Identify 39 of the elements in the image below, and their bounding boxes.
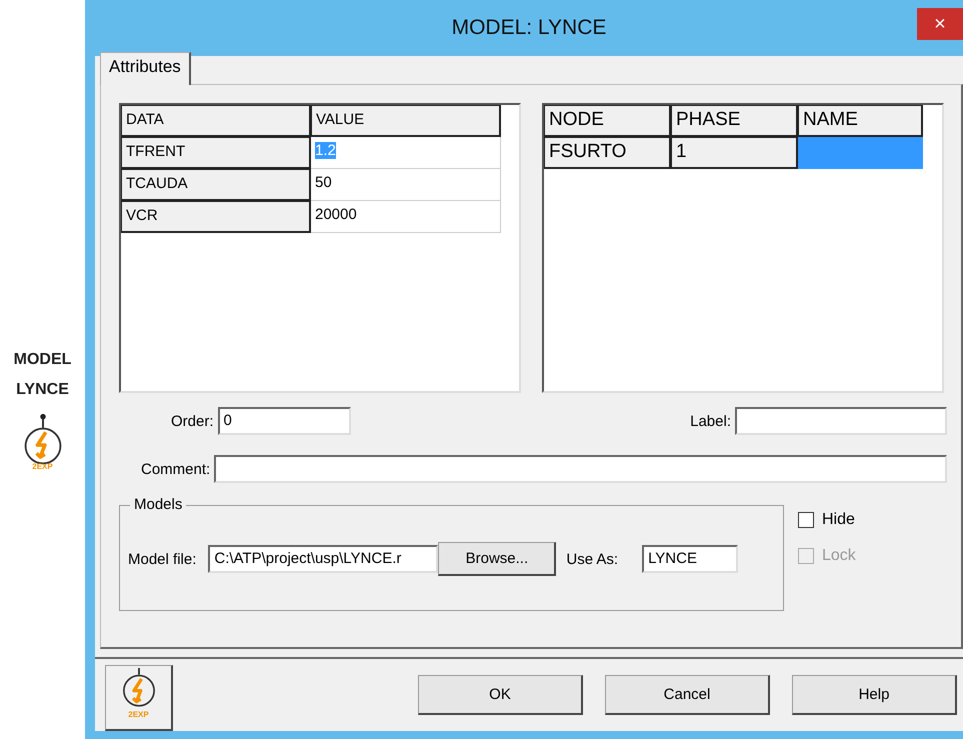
column-header: NAME (798, 105, 923, 137)
field-label: Use As: (566, 550, 618, 568)
icon-caption: 2EXP (32, 462, 53, 471)
input-field[interactable] (214, 455, 947, 483)
table-cell: TFRENT (121, 137, 311, 169)
table-cell[interactable]: 50 (311, 169, 501, 201)
field-label: Order: (171, 412, 214, 430)
checkbox-label: Lock (822, 547, 856, 565)
browse-button[interactable]: Browse... (438, 542, 556, 576)
column-header: DATA (121, 105, 311, 137)
column-header: PHASE (671, 105, 798, 137)
table-cell: 1 (671, 137, 798, 169)
dialog-button[interactable]: Help (792, 675, 957, 715)
input-field[interactable]: 0 (218, 407, 351, 435)
field-label: Label: (690, 412, 731, 430)
table-cell: VCR (121, 201, 311, 233)
table-cell[interactable]: 20000 (311, 201, 501, 233)
input-field[interactable]: C:\ATP\project\usp\LYNCE.r (208, 545, 438, 573)
input-field[interactable] (735, 407, 947, 435)
checkbox[interactable] (798, 512, 814, 528)
field-label: Model file: (128, 550, 196, 568)
column-header: NODE (544, 105, 671, 137)
cell-value: 50 (315, 174, 332, 191)
component-label: LYNCE (16, 380, 69, 400)
cell-value: 20000 (315, 206, 357, 223)
input-field[interactable]: LYNCE (642, 545, 738, 573)
field-label: Comment: (141, 460, 210, 478)
table-cell: TCAUDA (121, 169, 311, 201)
checkbox-label: Hide (822, 511, 855, 529)
tab[interactable]: Attributes (100, 52, 191, 85)
component-label: MODEL (14, 350, 72, 370)
table-cell[interactable] (798, 137, 923, 169)
table-cell: FSURTO (544, 137, 671, 169)
close-button[interactable]: × (917, 8, 963, 40)
cell-value: 1.2 (315, 142, 336, 159)
dialog-button[interactable]: OK (418, 675, 583, 715)
column-header: VALUE (311, 105, 501, 137)
window-title: MODEL: LYNCE (452, 16, 606, 40)
dialog-button[interactable]: Cancel (605, 675, 770, 715)
